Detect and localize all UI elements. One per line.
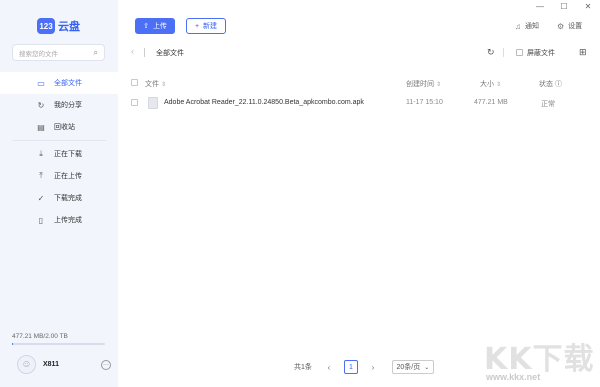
sort-icon: ⇕	[496, 82, 502, 88]
logo-mark: 123	[37, 18, 55, 34]
search-icon[interactable]: ⌕	[94, 48, 98, 58]
column-header-name[interactable]: 文件 ⇕	[145, 79, 166, 89]
search-input[interactable]: 搜索您的文件 ⌕	[12, 44, 105, 61]
folder-icon: ▭	[37, 78, 45, 88]
nav-group-files: ▭ 全部文件 ↻ 我的分享 ▤ 回收站	[0, 72, 118, 138]
window-controls: — ☐ ✕	[528, 0, 600, 12]
upload-button[interactable]: ⇧ 上传	[135, 18, 175, 34]
new-button[interactable]: + 新建	[186, 18, 226, 34]
close-button[interactable]: ✕	[576, 0, 600, 12]
more-icon[interactable]: ···	[101, 360, 111, 370]
sidebar-item-label: 全部文件	[54, 80, 82, 87]
hide-files-label: 屏蔽文件	[527, 50, 555, 57]
page-size-label: 20条/页	[396, 364, 421, 371]
file-icon	[148, 97, 158, 109]
column-header-status[interactable]: 状态 ⓘ	[539, 79, 562, 89]
storage-usage-fill	[12, 343, 13, 345]
download-icon: ⤓	[39, 149, 43, 158]
table-header: 文件 ⇕ 创建时间 ⇕ 大小 ⇕ 状态 ⓘ	[118, 75, 600, 91]
column-header-label: 状态	[539, 81, 553, 88]
column-header-size[interactable]: 大小 ⇕	[480, 79, 501, 89]
sidebar-item-upload-complete[interactable]: ▯ 上传完成	[0, 209, 118, 231]
settings-button[interactable]: ⚙ 设置	[557, 21, 582, 31]
page-number[interactable]: 1	[343, 360, 358, 374]
column-header-created[interactable]: 创建时间 ⇕	[406, 79, 441, 89]
breadcrumb-bar: ‹ 全部文件 ↻ 屏蔽文件 ⊞	[118, 44, 600, 62]
file-created: 11-17 15:10	[406, 99, 443, 106]
bell-icon: ♫	[515, 21, 521, 31]
grid-view-icon[interactable]: ⊞	[579, 47, 587, 58]
search-placeholder: 搜索您的文件	[19, 50, 58, 58]
storage-usage-text: 477.21 MB/2.00 TB	[12, 333, 68, 340]
trash-icon: ▤	[37, 122, 45, 132]
minimize-button[interactable]: —	[528, 0, 552, 12]
notify-label: 通知	[525, 23, 539, 30]
sidebar-item-label: 正在下载	[54, 151, 82, 158]
sidebar-item-recycle-bin[interactable]: ▤ 回收站	[0, 116, 118, 138]
upload-icon: ⇧	[143, 23, 149, 30]
sidebar-item-label: 下载完成	[54, 195, 82, 202]
storage-usage-bar	[12, 343, 105, 345]
username: X811	[43, 361, 59, 368]
sidebar-item-my-share[interactable]: ↻ 我的分享	[0, 94, 118, 116]
file-done-icon: ▯	[38, 215, 44, 225]
upload-icon: ⤒	[39, 171, 43, 180]
sidebar-item-download-complete[interactable]: ✓ 下载完成	[0, 187, 118, 209]
file-name[interactable]: Adobe Acrobat Reader_22.11.0.24850.Beta_…	[164, 99, 364, 106]
upload-button-label: 上传	[152, 23, 167, 30]
row-checkbox[interactable]	[131, 99, 138, 106]
sidebar-item-all-files[interactable]: ▭ 全部文件	[0, 72, 118, 94]
page-size-select[interactable]: 20条/页 ⌄	[391, 360, 434, 374]
sort-icon: ⇕	[161, 82, 167, 88]
sidebar-item-label: 我的分享	[54, 102, 82, 109]
logo-text: 云盘	[58, 21, 80, 33]
sidebar-item-label: 上传完成	[54, 217, 82, 224]
plus-icon: +	[194, 22, 200, 30]
chevron-right-icon[interactable]: ›	[368, 363, 378, 372]
divider	[503, 48, 504, 57]
watermark-url: www.kkx.net	[486, 372, 541, 382]
hide-files-checkbox[interactable]	[516, 49, 523, 56]
gear-icon: ⚙	[557, 21, 565, 31]
file-size: 477.21 MB	[474, 99, 508, 106]
app-logo: 123 云盘	[37, 18, 80, 34]
chevron-left-icon[interactable]: ‹	[324, 363, 334, 372]
table-row[interactable]: Adobe Acrobat Reader_22.11.0.24850.Beta_…	[118, 95, 600, 111]
settings-label: 设置	[568, 23, 583, 30]
sidebar: 123 云盘 搜索您的文件 ⌕ ▭ 全部文件 ↻ 我的分享 ▤ 回收站 ⤓ 正在…	[0, 0, 118, 387]
chevron-left-icon[interactable]: ‹	[131, 46, 134, 56]
help-icon: ⓘ	[555, 81, 562, 88]
sidebar-item-label: 正在上传	[54, 173, 82, 180]
sidebar-item-uploading[interactable]: ⤒ 正在上传	[0, 165, 118, 187]
check-circle-icon: ✓	[37, 193, 45, 203]
notify-button[interactable]: ♫ 通知	[515, 21, 539, 31]
refresh-icon[interactable]: ↻	[487, 47, 495, 58]
sidebar-item-label: 回收站	[54, 124, 75, 131]
column-header-label: 创建时间	[406, 81, 434, 88]
column-header-label: 大小	[480, 81, 494, 88]
breadcrumb[interactable]: 全部文件	[156, 48, 184, 58]
sidebar-divider	[12, 140, 106, 141]
share-icon: ↻	[37, 100, 45, 110]
divider	[144, 48, 145, 57]
new-button-label: 新建	[203, 23, 218, 30]
sidebar-item-downloading[interactable]: ⤓ 正在下载	[0, 143, 118, 165]
file-status: 正常	[541, 101, 555, 108]
maximize-button[interactable]: ☐	[552, 0, 576, 12]
pagination: 共1条 ‹ 1 › 20条/页 ⌄	[294, 360, 434, 374]
select-all-checkbox[interactable]	[131, 79, 138, 86]
pagination-total: 共1条	[294, 364, 312, 371]
sort-icon: ⇕	[436, 82, 442, 88]
avatar[interactable]: ☺	[17, 355, 36, 374]
nav-group-transfers: ⤓ 正在下载 ⤒ 正在上传 ✓ 下载完成 ▯ 上传完成	[0, 143, 118, 231]
column-header-label: 文件	[145, 81, 159, 88]
chevron-down-icon: ⌄	[424, 364, 430, 371]
